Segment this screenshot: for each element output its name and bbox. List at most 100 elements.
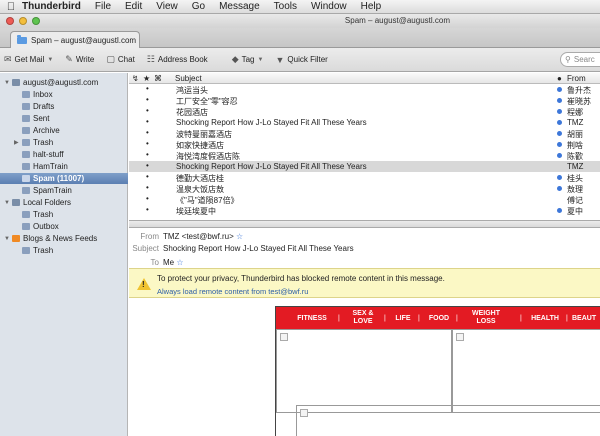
folder-item[interactable]: Outbox [0, 221, 128, 232]
unread-indicator-icon[interactable] [557, 98, 562, 103]
folder-item[interactable]: Inbox [0, 89, 128, 100]
message-row[interactable]: • 埃廷埃夏中 夏中 [129, 205, 600, 216]
thread-column-icon[interactable]: ↯ [132, 74, 139, 83]
pane-splitter[interactable] [129, 220, 600, 228]
app-menu[interactable]: Thunderbird [22, 1, 81, 12]
apple-menu-icon[interactable]:  [0, 1, 22, 13]
nav-fitness-link[interactable]: FITNESS [290, 315, 334, 323]
subject-column-header[interactable]: Subject [175, 74, 202, 83]
load-remote-content-link[interactable]: Always load remote content from test@bwf… [157, 287, 308, 296]
minimize-window-button[interactable] [19, 17, 27, 25]
account-icon [12, 79, 20, 86]
menu-edit[interactable]: Edit [125, 1, 142, 12]
nav-food-link[interactable]: FOOD [426, 315, 452, 323]
folder-label: august@augustl.com [23, 78, 99, 87]
from-address[interactable]: TMZ <test@bwf.ru> [163, 232, 234, 241]
unread-indicator-icon[interactable] [557, 208, 562, 213]
folder-item[interactable]: Drafts [0, 101, 128, 112]
disclosure-open-icon[interactable]: ▼ [4, 236, 10, 242]
thread-dot-icon: • [146, 172, 149, 181]
message-row[interactable]: • 德勤大酒店桂 桂头 [129, 172, 600, 183]
nav-sex-love-link[interactable]: SEX & LOVE [346, 310, 380, 326]
message-subject: Shocking Report How J-Lo Stayed Fit All … [176, 162, 367, 171]
message-row[interactable]: • Shocking Report How J-Lo Stayed Fit All… [129, 161, 600, 172]
unread-indicator-icon[interactable] [557, 175, 562, 180]
tab-spam[interactable]: Spam – august@augustl.com [10, 31, 140, 48]
unread-indicator-icon[interactable] [557, 142, 562, 147]
disclosure-open-icon[interactable]: ▼ [4, 200, 10, 206]
folder-label: Blogs & News Feeds [23, 234, 98, 243]
message-body: FITNESS | SEX & LOVE | LIFE | FOOD | WEI… [129, 298, 600, 436]
message-list[interactable]: • 鸿运当头 鲁升杰 • 工厂安全"零"容忍 崔晓苏 • 花园酒店 程娜 • Shocking Re… [129, 84, 600, 220]
disclosure-closed-icon[interactable]: ▶ [14, 139, 19, 146]
menu-go[interactable]: Go [192, 1, 205, 12]
nav-beauty-link[interactable]: BEAUT [572, 315, 600, 323]
nav-health-link[interactable]: HEALTH [528, 315, 562, 323]
address-book-button[interactable]: ☷ Address Book [143, 51, 212, 69]
folder-item[interactable]: halt-stuff [0, 149, 128, 160]
star-icon[interactable]: ☆ [176, 258, 183, 267]
folder-item[interactable]: ▼ august@augustl.com [0, 77, 128, 88]
unread-indicator-icon[interactable] [557, 153, 562, 158]
message-row[interactable]: • 温泉大饭店敖 敖理 [129, 183, 600, 194]
menu-window[interactable]: Window [311, 1, 347, 12]
from-column-header[interactable]: From [567, 74, 586, 83]
folder-item[interactable]: Trash [0, 209, 128, 220]
menu-tools[interactable]: Tools [274, 1, 297, 12]
to-value[interactable]: Me ☆ [163, 258, 184, 267]
from-value[interactable]: TMZ <test@bwf.ru> ☆ [163, 232, 243, 241]
image-cell-left [276, 329, 452, 413]
star-column-icon[interactable]: ★ [143, 74, 150, 83]
folder-item[interactable]: Archive [0, 125, 128, 136]
to-address[interactable]: Me [163, 258, 174, 267]
read-indicator-icon[interactable] [557, 164, 562, 169]
chat-button[interactable]: ▢ Chat [102, 51, 138, 69]
menu-view[interactable]: View [156, 1, 178, 12]
close-window-button[interactable] [6, 17, 14, 25]
message-row[interactable]: • 海悦湾度假酒店陈 陈歡 [129, 150, 600, 161]
folder-item[interactable]: ▶ Trash [0, 137, 128, 148]
message-row[interactable]: • 波特曼丽嘉酒店 胡丽 [129, 128, 600, 139]
folder-item[interactable]: Trash [0, 245, 128, 256]
unread-indicator-icon[interactable] [557, 120, 562, 125]
get-mail-button[interactable]: ✉ Get Mail ▼ [0, 51, 57, 69]
disclosure-open-icon[interactable]: ▼ [4, 80, 10, 86]
menu-file[interactable]: File [95, 1, 111, 12]
tag-icon: ◆ [231, 54, 239, 64]
folder-item[interactable]: SpamTrain [0, 185, 128, 196]
message-row[interactable]: • 花园酒店 程娜 [129, 106, 600, 117]
unread-indicator-icon[interactable] [557, 186, 562, 191]
message-row[interactable]: • 如家快捷酒店 荆啥 [129, 139, 600, 150]
message-row[interactable]: • 《"马"道陨87倍》 傅记 [129, 194, 600, 205]
menu-message[interactable]: Message [219, 1, 260, 12]
message-row[interactable]: • 鸿运当头 鲁升杰 [129, 84, 600, 95]
folder-item[interactable]: Spam (11007) [0, 173, 128, 184]
write-button[interactable]: ✎ Write [61, 51, 98, 69]
message-row[interactable]: • Shocking Report How J-Lo Stayed Fit All… [129, 117, 600, 128]
folder-item[interactable]: HamTrain [0, 161, 128, 172]
unread-indicator-icon[interactable] [557, 87, 562, 92]
folder-label: halt-stuff [33, 150, 64, 159]
folder-item[interactable]: Sent [0, 113, 128, 124]
read-indicator-icon[interactable] [557, 197, 562, 202]
search-input[interactable]: ⚲ Searc [560, 52, 600, 67]
zoom-window-button[interactable] [32, 17, 40, 25]
unread-indicator-icon[interactable] [557, 131, 562, 136]
tag-button[interactable]: ◆ Tag ▼ [228, 51, 268, 69]
attachment-column-icon[interactable]: ⌘ [154, 74, 162, 83]
folder-item[interactable]: ▼ Local Folders [0, 197, 128, 208]
menu-help[interactable]: Help [361, 1, 382, 12]
menu-bar:  Thunderbird File Edit View Go Message … [0, 0, 600, 14]
star-icon[interactable]: ☆ [236, 232, 243, 241]
warning-icon [137, 278, 151, 290]
tab-bar: Spam – august@augustl.com [0, 28, 600, 48]
nav-life-link[interactable]: LIFE [392, 315, 414, 323]
message-row[interactable]: • 工厂安全"零"容忍 崔晓苏 [129, 95, 600, 106]
quick-filter-button[interactable]: ▼ Quick Filter [271, 51, 331, 69]
nav-weight-loss-link[interactable]: WEIGHT LOSS [464, 310, 508, 326]
read-column-icon[interactable]: ● [557, 74, 562, 83]
folder-item[interactable]: ▼ Blogs & News Feeds [0, 233, 128, 244]
folder-label: Archive [33, 126, 60, 135]
unread-indicator-icon[interactable] [557, 109, 562, 114]
chevron-down-icon[interactable]: ▼ [47, 57, 53, 63]
